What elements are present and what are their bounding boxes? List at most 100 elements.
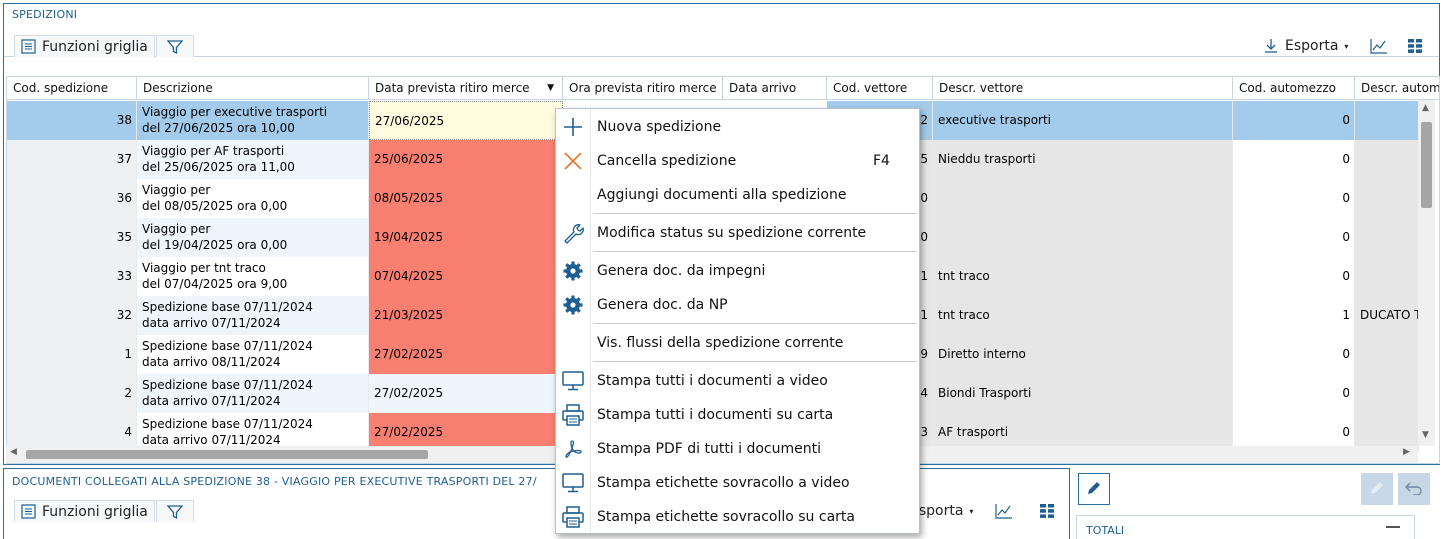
vertical-scroll-thumb[interactable]	[1421, 122, 1432, 208]
vertical-scrollbar[interactable]: ▲ ▼	[1418, 100, 1435, 446]
undo-button[interactable]	[1398, 473, 1430, 505]
column-header[interactable]: Descr. vettore	[933, 77, 1233, 100]
grid-layout-button[interactable]	[1034, 500, 1060, 522]
descrizione-cell: Spedizione base 07/11/2024 data arrivo 07…	[137, 296, 369, 335]
descrizione-cell: Viaggio per AF trasporti del 25/06/2025 o…	[137, 140, 369, 179]
data-ritiro-cell: 21/03/2025	[369, 296, 563, 335]
gear-icon	[556, 254, 590, 288]
funzioni-griglia-button[interactable]: Funzioni griglia	[14, 500, 155, 522]
menu-item-stampa-carta[interactable]: Stampa tutti i documenti su carta	[556, 398, 919, 432]
descr-automezzo-cell	[1355, 101, 1419, 140]
data-ritiro-cell: 25/06/2025	[369, 140, 563, 179]
descr-automezzo-cell	[1355, 374, 1419, 413]
menu-item-nuova-spedizione[interactable]: Nuova spedizione	[556, 110, 919, 144]
descr-automezzo-cell: DUCATO T	[1355, 296, 1419, 335]
descrizione-cell: Spedizione base 07/11/2024 data arrivo 07…	[137, 374, 369, 413]
column-header-label: Data prevista ritiro merce	[375, 81, 530, 95]
shortcut-label: F4	[873, 153, 890, 169]
data-ritiro-cell: 27/02/2025	[369, 374, 563, 413]
scroll-right-icon[interactable]: ▶	[1403, 447, 1410, 457]
scroll-left-icon[interactable]: ◀	[10, 447, 17, 457]
cod-spedizione-cell: 36	[7, 179, 137, 218]
edit-button[interactable]	[1078, 473, 1110, 505]
menu-separator	[593, 213, 917, 214]
chart-icon	[1370, 38, 1388, 54]
menu-item-stampa-video[interactable]: Stampa tutti i documenti a video	[556, 364, 919, 398]
filter-button[interactable]	[156, 35, 194, 57]
data-ritiro-cell: 07/04/2025	[369, 257, 563, 296]
cod-spedizione-cell: 33	[7, 257, 137, 296]
menu-item-etichette-video[interactable]: Stampa etichette sovracollo a video	[556, 466, 919, 500]
column-header[interactable]: Descr. autom	[1355, 77, 1439, 100]
column-header[interactable]: Cod. automezzo	[1233, 77, 1355, 100]
menu-item-stampa-pdf[interactable]: Stampa PDF di tutti i documenti	[556, 432, 919, 466]
descr-vettore-cell: Biondi Trasporti	[933, 374, 1233, 413]
esporta-label: Esporta	[1285, 38, 1339, 54]
menu-item-etichette-carta[interactable]: Stampa etichette sovracollo su carta	[556, 500, 919, 534]
cod-spedizione-cell: 1	[7, 335, 137, 374]
list-icon	[21, 504, 36, 519]
menu-item-genera-doc-np[interactable]: Genera doc. da NP	[556, 288, 919, 322]
descr-vettore-cell	[933, 218, 1233, 257]
chart-button[interactable]	[1364, 35, 1394, 57]
collapse-icon[interactable]	[1386, 518, 1400, 528]
confirm-button[interactable]	[1361, 473, 1393, 505]
menu-separator	[593, 251, 917, 252]
column-header[interactable]: Ora prevista ritiro merce	[563, 77, 723, 100]
wrench-icon	[556, 216, 590, 250]
descr-automezzo-cell	[1355, 218, 1419, 257]
cod-spedizione-cell: 2	[7, 374, 137, 413]
menu-item-vis-flussi[interactable]: Vis. flussi della spedizione corrente	[556, 326, 919, 360]
column-header[interactable]: Cod. vettore	[827, 77, 933, 100]
grid-layout-button[interactable]	[1402, 35, 1428, 57]
totali-title: TOTALI	[1086, 524, 1125, 537]
data-ritiro-cell[interactable]: 27/06/2025	[369, 101, 563, 140]
cod-spedizione-cell: 35	[7, 218, 137, 257]
menu-item-cancella-spedizione[interactable]: Cancella spedizione F4	[556, 144, 919, 178]
data-ritiro-cell: 19/04/2025	[369, 218, 563, 257]
pdf-icon	[556, 432, 590, 466]
column-header[interactable]: Cod. spedizione	[7, 77, 137, 100]
cod-automezzo-cell: 0	[1233, 140, 1355, 179]
descr-vettore-cell	[933, 179, 1233, 218]
descr-vettore-cell: Nieddu trasporti	[933, 140, 1233, 179]
horizontal-scroll-thumb[interactable]	[26, 450, 428, 459]
totali-panel: TOTALI	[1076, 515, 1415, 539]
column-header[interactable]: Data arrivo	[723, 77, 827, 100]
descrizione-cell: Viaggio per tnt traco del 07/04/2025 ora …	[137, 257, 369, 296]
funzioni-griglia-button[interactable]: Funzioni griglia	[14, 35, 155, 57]
scroll-down-icon[interactable]: ▼	[1422, 430, 1429, 440]
cod-automezzo-cell: 0	[1233, 101, 1355, 140]
scroll-up-icon[interactable]: ▲	[1422, 103, 1429, 113]
chart-button[interactable]	[989, 500, 1019, 522]
cod-automezzo-cell: 1	[1233, 296, 1355, 335]
filter-button[interactable]	[156, 500, 194, 522]
cod-spedizione-cell: 38	[7, 101, 137, 140]
descr-automezzo-cell	[1355, 179, 1419, 218]
caret-down-icon: ▾	[969, 506, 974, 516]
descrizione-cell: Viaggio per del 19/04/2025 ora 0,00	[137, 218, 369, 257]
column-header[interactable]: Descrizione	[137, 77, 369, 100]
data-ritiro-cell: 27/02/2025	[369, 335, 563, 374]
column-header[interactable]: Data prevista ritiro merce ▼	[369, 77, 563, 100]
menu-item-modifica-status[interactable]: Modifica status su spedizione corrente	[556, 216, 919, 250]
menu-item-genera-doc-impegni[interactable]: Genera doc. da impegni	[556, 254, 919, 288]
caret-down-icon: ▾	[1344, 41, 1349, 51]
panel-title: DOCUMENTI COLLEGATI ALLA SPEDIZIONE 38 -…	[12, 475, 537, 488]
sort-arrow-icon[interactable]: ▼	[547, 77, 554, 99]
monitor-icon	[556, 364, 590, 398]
descr-vettore-cell: tnt traco	[933, 257, 1233, 296]
menu-item-aggiungi-documenti[interactable]: Aggiungi documenti alla spedizione	[556, 178, 919, 212]
descr-vettore-cell: executive trasporti	[933, 101, 1233, 140]
funzioni-griglia-label: Funzioni griglia	[42, 503, 148, 520]
cod-automezzo-cell: 0	[1233, 335, 1355, 374]
funzioni-griglia-label: Funzioni griglia	[42, 38, 148, 55]
context-menu: Nuova spedizione Cancella spedizione F4 …	[555, 108, 920, 534]
esporta-button[interactable]: Esporta ▾	[1257, 35, 1354, 57]
filter-icon	[167, 504, 183, 520]
cod-automezzo-cell: 0	[1233, 179, 1355, 218]
cod-automezzo-cell: 0	[1233, 257, 1355, 296]
descr-vettore-cell: Diretto interno	[933, 335, 1233, 374]
data-ritiro-cell: 08/05/2025	[369, 179, 563, 218]
pencil-disabled-icon	[1369, 480, 1385, 499]
